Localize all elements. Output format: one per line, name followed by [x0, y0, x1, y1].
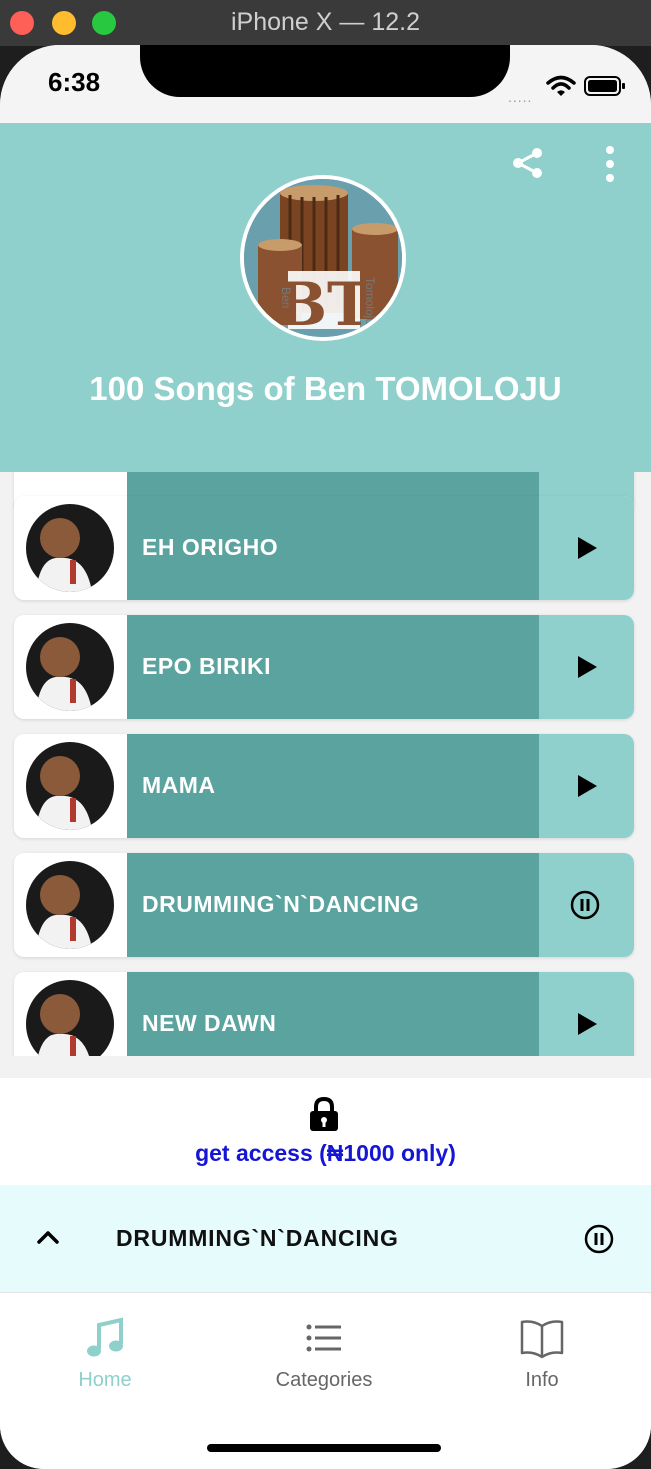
- share-icon[interactable]: [510, 145, 546, 181]
- wifi-icon: [546, 75, 576, 96]
- logo-subtext-right: Tomoloju: [363, 277, 377, 325]
- mini-player[interactable]: DRUMMING`N`DANCING: [0, 1185, 651, 1292]
- simulator-titlebar: iPhone X — 12.2: [0, 0, 651, 46]
- phone-screen: 6:38 ..... BT Ben Tomoloju 100 Songs of …: [0, 45, 651, 1469]
- status-time: 6:38: [48, 67, 101, 97]
- logo-subtext-left: Ben: [279, 287, 293, 308]
- play-icon: [578, 775, 597, 797]
- pause-circle-icon[interactable]: [584, 1224, 614, 1254]
- artist-avatar: [26, 504, 114, 592]
- app-logo: BT Ben Tomoloju: [240, 175, 406, 341]
- app-header: BT Ben Tomoloju 100 Songs of Ben TOMOLOJ…: [0, 123, 651, 472]
- song-title-area[interactable]: EPO BIRIKI: [127, 615, 539, 719]
- song-card[interactable]: EPO BIRIKI: [14, 615, 634, 719]
- song-card[interactable]: EH ORIGHO: [14, 496, 634, 600]
- artist-photo: [26, 861, 114, 949]
- song-title: NEW DAWN: [142, 1010, 277, 1036]
- artist-photo: [26, 623, 114, 711]
- song-title: DRUMMING`N`DANCING: [142, 891, 420, 917]
- tab-home-label: Home: [78, 1369, 132, 1391]
- play-button[interactable]: [539, 615, 634, 719]
- play-icon: [578, 1013, 597, 1035]
- artist-avatar: [26, 742, 114, 830]
- home-indicator[interactable]: [207, 1444, 441, 1452]
- pause-button[interactable]: [539, 853, 634, 957]
- notch: [140, 45, 510, 97]
- chevron-up-icon[interactable]: [36, 1229, 60, 1245]
- music-note-icon: [87, 1317, 123, 1357]
- access-banner[interactable]: get access (₦1000 only): [0, 1078, 651, 1185]
- play-icon: [578, 537, 597, 559]
- play-icon: [578, 656, 597, 678]
- tab-info[interactable]: Info: [462, 1317, 622, 1392]
- song-title-area[interactable]: MAMA: [127, 734, 539, 838]
- now-playing-title: DRUMMING`N`DANCING: [116, 1225, 399, 1251]
- tab-categories-label: Categories: [275, 1369, 373, 1391]
- artist-photo: [26, 742, 114, 830]
- get-access-link[interactable]: get access (₦1000 only): [0, 1140, 651, 1167]
- song-card[interactable]: MAMA: [14, 734, 634, 838]
- list-icon: [306, 1324, 341, 1352]
- play-button[interactable]: [539, 496, 634, 600]
- song-card[interactable]: NEW DAWN: [14, 972, 634, 1056]
- artist-avatar: [26, 623, 114, 711]
- tab-bar: Home Categories Info: [0, 1292, 651, 1469]
- more-options-icon[interactable]: [603, 145, 617, 183]
- tab-home[interactable]: Home: [25, 1317, 185, 1392]
- battery-icon: [584, 76, 625, 96]
- window-title: iPhone X — 12.2: [230, 8, 420, 36]
- play-button[interactable]: [539, 972, 634, 1056]
- song-title-area[interactable]: EH ORIGHO: [127, 496, 539, 600]
- artist-photo: [26, 504, 114, 592]
- song-title: EPO BIRIKI: [142, 653, 271, 679]
- pause-circle-icon: [570, 890, 600, 920]
- app-title: 100 Songs of Ben TOMOLOJU: [89, 370, 562, 407]
- song-card[interactable]: DRUMMING`N`DANCING: [14, 853, 634, 957]
- song-title-area[interactable]: NEW DAWN: [127, 972, 539, 1056]
- song-title: EH ORIGHO: [142, 534, 279, 560]
- drums-logo-image: BT Ben Tomoloju: [244, 179, 402, 337]
- tab-categories[interactable]: Categories: [244, 1317, 404, 1392]
- artist-avatar: [26, 861, 114, 949]
- signal-icon: .....: [508, 89, 533, 105]
- tab-info-label: Info: [525, 1369, 559, 1391]
- status-bar: 6:38 .....: [0, 45, 651, 123]
- artist-avatar: [26, 980, 114, 1056]
- lock-icon: [310, 1096, 338, 1131]
- artist-photo: [26, 980, 114, 1056]
- song-title: MAMA: [142, 772, 216, 798]
- play-button[interactable]: [539, 734, 634, 838]
- song-title-area[interactable]: DRUMMING`N`DANCING: [127, 853, 539, 957]
- song-list[interactable]: EH ORIGHO EPO BIRIKI MAMA DRUMMING`N`DAN…: [0, 472, 651, 1056]
- book-icon: [520, 1320, 564, 1359]
